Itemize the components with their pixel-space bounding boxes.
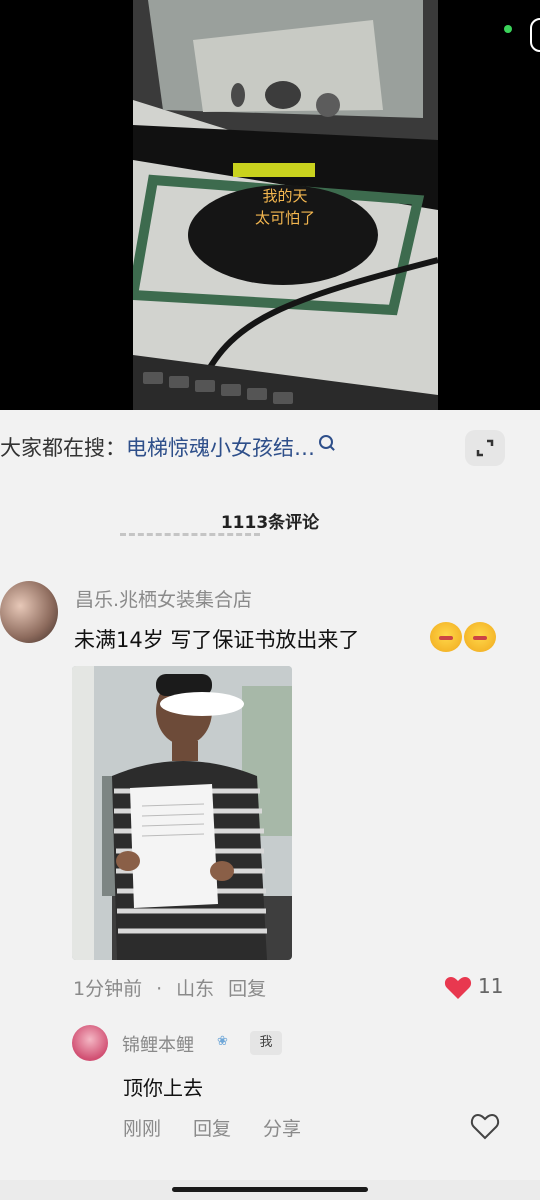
search-prefix: 大家都在搜： (0, 436, 126, 460)
side-button[interactable] (530, 18, 540, 52)
expand-icon (476, 439, 494, 457)
expand-button[interactable] (465, 430, 505, 466)
heart-filled-icon[interactable] (444, 976, 472, 1000)
reply-meta: 刚刚 回复 分享 (123, 1114, 333, 1141)
avatar[interactable] (0, 581, 58, 643)
comment-location: 山东 (176, 978, 215, 1000)
search-icon (319, 435, 333, 449)
photo-content (72, 666, 292, 960)
obscured-text (120, 533, 260, 546)
comments-count-title: 1113条评论 (220, 513, 320, 533)
video-subtitle-line2: 太可怕了 (254, 209, 315, 227)
search-query-link[interactable]: 电梯惊魂小女孩结… (126, 436, 315, 460)
reply-button[interactable]: 回复 (228, 978, 266, 1000)
comment-text: 未满14岁 写了保证书放出来了 (74, 628, 360, 652)
share-button[interactable]: 分享 (263, 1118, 301, 1140)
emoji-icon (430, 622, 462, 652)
comment-image[interactable] (72, 666, 292, 960)
reply-button[interactable]: 回复 (193, 1118, 231, 1140)
recording-indicator (504, 25, 512, 33)
subtitle-tag (233, 163, 315, 177)
me-badge: 我 (250, 1031, 282, 1055)
paw-icon: ❀ (217, 1034, 228, 1049)
video-player[interactable]: 我的天 太可怕了 (0, 0, 540, 410)
heart-outline-icon[interactable] (470, 1112, 500, 1140)
like-count: 11 (478, 974, 504, 998)
home-indicator[interactable] (172, 1187, 368, 1192)
emoji-icon (464, 622, 496, 652)
reply-username[interactable]: 锦鲤本鲤 (122, 1031, 194, 1057)
video-subtitle-line1: 我的天 (262, 187, 308, 205)
comment-time: 1分钟前 (73, 978, 143, 1000)
meta-separator: · (156, 978, 163, 1000)
reply-text: 顶你上去 (123, 1076, 203, 1100)
comment-username[interactable]: 昌乐.兆栖女装集合店 (75, 585, 252, 612)
reply-time: 刚刚 (123, 1118, 162, 1140)
search-suggestion[interactable]: 大家都在搜：电梯惊魂小女孩结… (0, 428, 460, 468)
comment-meta: 1分钟前 · 山东 回复 (73, 974, 280, 1001)
avatar[interactable] (72, 1025, 108, 1061)
